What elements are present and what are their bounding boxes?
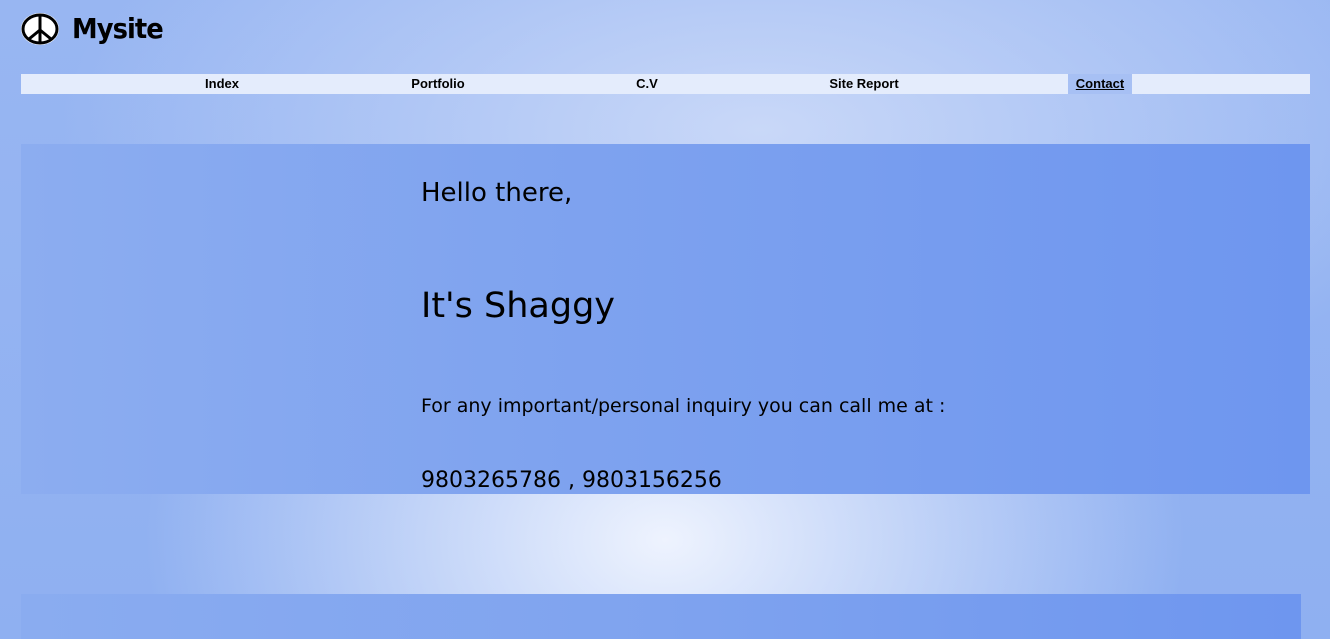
peace-icon [21, 13, 59, 45]
phone-numbers: 9803265786 , 9803156256 [421, 468, 722, 493]
inquiry-text: For any important/personal inquiry you c… [421, 395, 946, 417]
nav-item-contact[interactable]: Contact [1068, 74, 1132, 94]
nav-item-site-report[interactable]: Site Report [817, 74, 911, 94]
name-heading: It's Shaggy [421, 286, 616, 326]
footer-panel [21, 594, 1301, 639]
nav-item-cv[interactable]: C.V [623, 74, 671, 94]
content-panel [21, 144, 1310, 494]
main-nav: Index Portfolio C.V Site Report Contact [21, 74, 1310, 94]
site-title: Mysite [72, 12, 164, 45]
nav-item-portfolio[interactable]: Portfolio [403, 74, 473, 94]
site-logo[interactable]: Mysite [20, 12, 171, 46]
nav-item-index[interactable]: Index [191, 74, 253, 94]
greeting-text: Hello there, [421, 178, 573, 208]
